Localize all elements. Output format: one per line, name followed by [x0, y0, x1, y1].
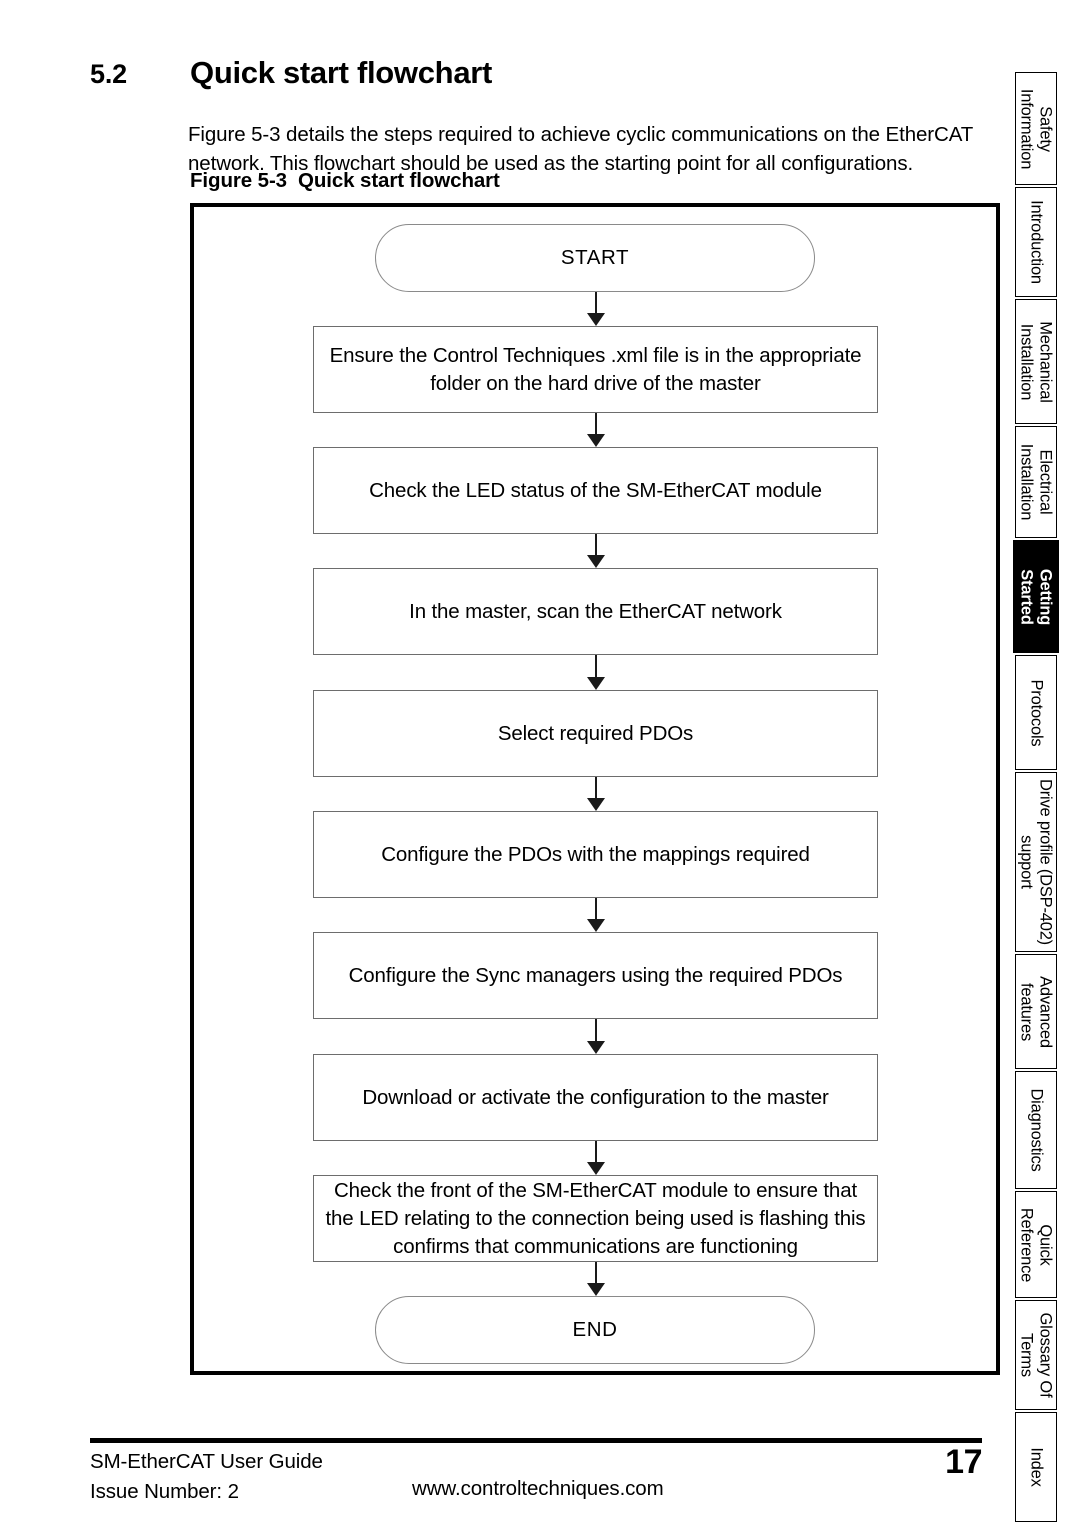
flow-arrow-icon: [587, 1283, 605, 1296]
page-title: Quick start flowchart: [190, 55, 493, 90]
chapter-tab-label: Quick Reference: [1018, 1207, 1055, 1282]
section-number: 5.2: [90, 59, 127, 89]
flow-connector: [595, 1262, 597, 1285]
flow-connector: [595, 777, 597, 800]
page-content: 5.2 Quick start flowchart Figure 5-3 det…: [0, 0, 1005, 1529]
chapter-tab-label: Safety Information: [1018, 88, 1055, 169]
flow-node-step8: Check the front of the SM-EtherCAT modul…: [313, 1175, 878, 1262]
flow-node-step3: In the master, scan the EtherCAT network: [313, 568, 878, 655]
figure-title: Quick start flowchart: [297, 169, 500, 192]
chapter-tab-label: Getting Started: [1018, 568, 1055, 625]
flow-connector: [595, 898, 597, 921]
flow-arrow-icon: [587, 798, 605, 811]
flow-connector: [595, 1141, 597, 1164]
footer-guide-block: SM-EtherCAT User Guide Issue Number: 2: [90, 1447, 323, 1507]
flow-node-step4: Select required PDOs: [313, 690, 878, 777]
page-number: 17: [945, 1443, 982, 1481]
flow-node-label: Download or activate the configuration t…: [362, 1085, 829, 1109]
chapter-tab-diagnostics[interactable]: Diagnostics: [1015, 1071, 1057, 1189]
flow-arrow-icon: [587, 555, 605, 568]
section-heading: 5.2 Quick start flowchart: [90, 55, 970, 99]
chapter-tab-quick-reference[interactable]: Quick Reference: [1015, 1191, 1057, 1298]
flow-node-label: END: [572, 1318, 618, 1341]
flow-arrow-icon: [587, 434, 605, 447]
footer-divider: [90, 1438, 982, 1443]
chapter-tab-index[interactable]: Index: [1015, 1412, 1057, 1522]
flow-arrow-icon: [587, 677, 605, 690]
flow-connector: [595, 534, 597, 557]
flow-node-label: In the master, scan the EtherCAT network: [409, 599, 782, 623]
flow-node-label: Select required PDOs: [497, 721, 694, 745]
footer-website-url: www.controltechniques.com: [412, 1477, 664, 1500]
flowchart-frame: START Ensure the Control Techniques .xml …: [190, 203, 1000, 1375]
flow-node-step7: Download or activate the configuration t…: [313, 1054, 878, 1141]
flow-connector: [595, 1019, 597, 1043]
chapter-tab-strip: Safety Information Introduction Mechanical I…: [1013, 72, 1059, 1522]
flow-connector: [595, 655, 597, 679]
footer-guide-name: SM-EtherCAT User Guide: [90, 1450, 323, 1473]
chapter-tab-label: Glossary Of Terms: [1018, 1312, 1055, 1398]
flow-node-label: Check the LED status of the SM-EtherCAT …: [369, 478, 822, 502]
chapter-tab-label: Advanced features: [1018, 975, 1055, 1048]
chapter-tab-label: Index: [1027, 1447, 1046, 1487]
flow-node-label: Check the front of the SM-EtherCAT modul…: [325, 1178, 866, 1258]
flow-connector: [595, 413, 597, 436]
flow-arrow-icon: [587, 919, 605, 932]
flow-node-label: Configure the Sync managers using the re…: [348, 963, 843, 987]
flow-node-step6: Configure the Sync managers using the re…: [313, 932, 878, 1019]
chapter-tab-electrical-installation[interactable]: Electrical Installation: [1015, 426, 1057, 538]
chapter-tab-advanced-features[interactable]: Advanced features: [1015, 954, 1057, 1069]
chapter-tab-safety-information[interactable]: Safety Information: [1015, 72, 1057, 185]
chapter-tab-label: Mechanical Installation: [1018, 320, 1055, 403]
flow-arrow-icon: [587, 313, 605, 326]
flow-node-label: Ensure the Control Techniques .xml file …: [329, 343, 862, 395]
footer-issue-number: Issue Number: 2: [90, 1480, 239, 1503]
flow-node-step2: Check the LED status of the SM-EtherCAT …: [313, 447, 878, 534]
flowchart-canvas: START Ensure the Control Techniques .xml …: [194, 207, 996, 1371]
chapter-tab-introduction[interactable]: Introduction: [1015, 187, 1057, 297]
chapter-tab-mechanical-installation[interactable]: Mechanical Installation: [1015, 299, 1057, 424]
figure-number: Figure 5-3: [190, 169, 287, 192]
chapter-tab-label: Drive profile (DSP-402) support: [1018, 779, 1055, 945]
chapter-tab-label: Electrical Installation: [1018, 443, 1055, 521]
chapter-tab-label: Protocols: [1027, 679, 1046, 746]
flow-node-step1: Ensure the Control Techniques .xml file …: [313, 326, 878, 413]
chapter-tab-protocols[interactable]: Protocols: [1015, 655, 1057, 770]
chapter-tab-glossary-of-terms[interactable]: Glossary Of Terms: [1015, 1300, 1057, 1410]
chapter-tab-label: Introduction: [1027, 200, 1046, 284]
chapter-tab-getting-started[interactable]: Getting Started: [1013, 540, 1059, 653]
flow-node-label: Configure the PDOs with the mappings req…: [381, 842, 810, 866]
chapter-tab-drive-profile-dsp-402-support[interactable]: Drive profile (DSP-402) support: [1015, 772, 1057, 952]
flow-node-end: END: [375, 1296, 815, 1364]
figure-caption: Figure 5-3 Quick start flowchart: [190, 169, 500, 193]
flow-arrow-icon: [587, 1041, 605, 1054]
flow-node-step5: Configure the PDOs with the mappings req…: [313, 811, 878, 898]
flow-node-start: START: [375, 224, 815, 292]
flow-arrow-icon: [587, 1162, 605, 1175]
flow-node-label: START: [560, 246, 630, 269]
chapter-tab-label: Diagnostics: [1027, 1088, 1046, 1172]
flow-connector: [595, 292, 597, 315]
